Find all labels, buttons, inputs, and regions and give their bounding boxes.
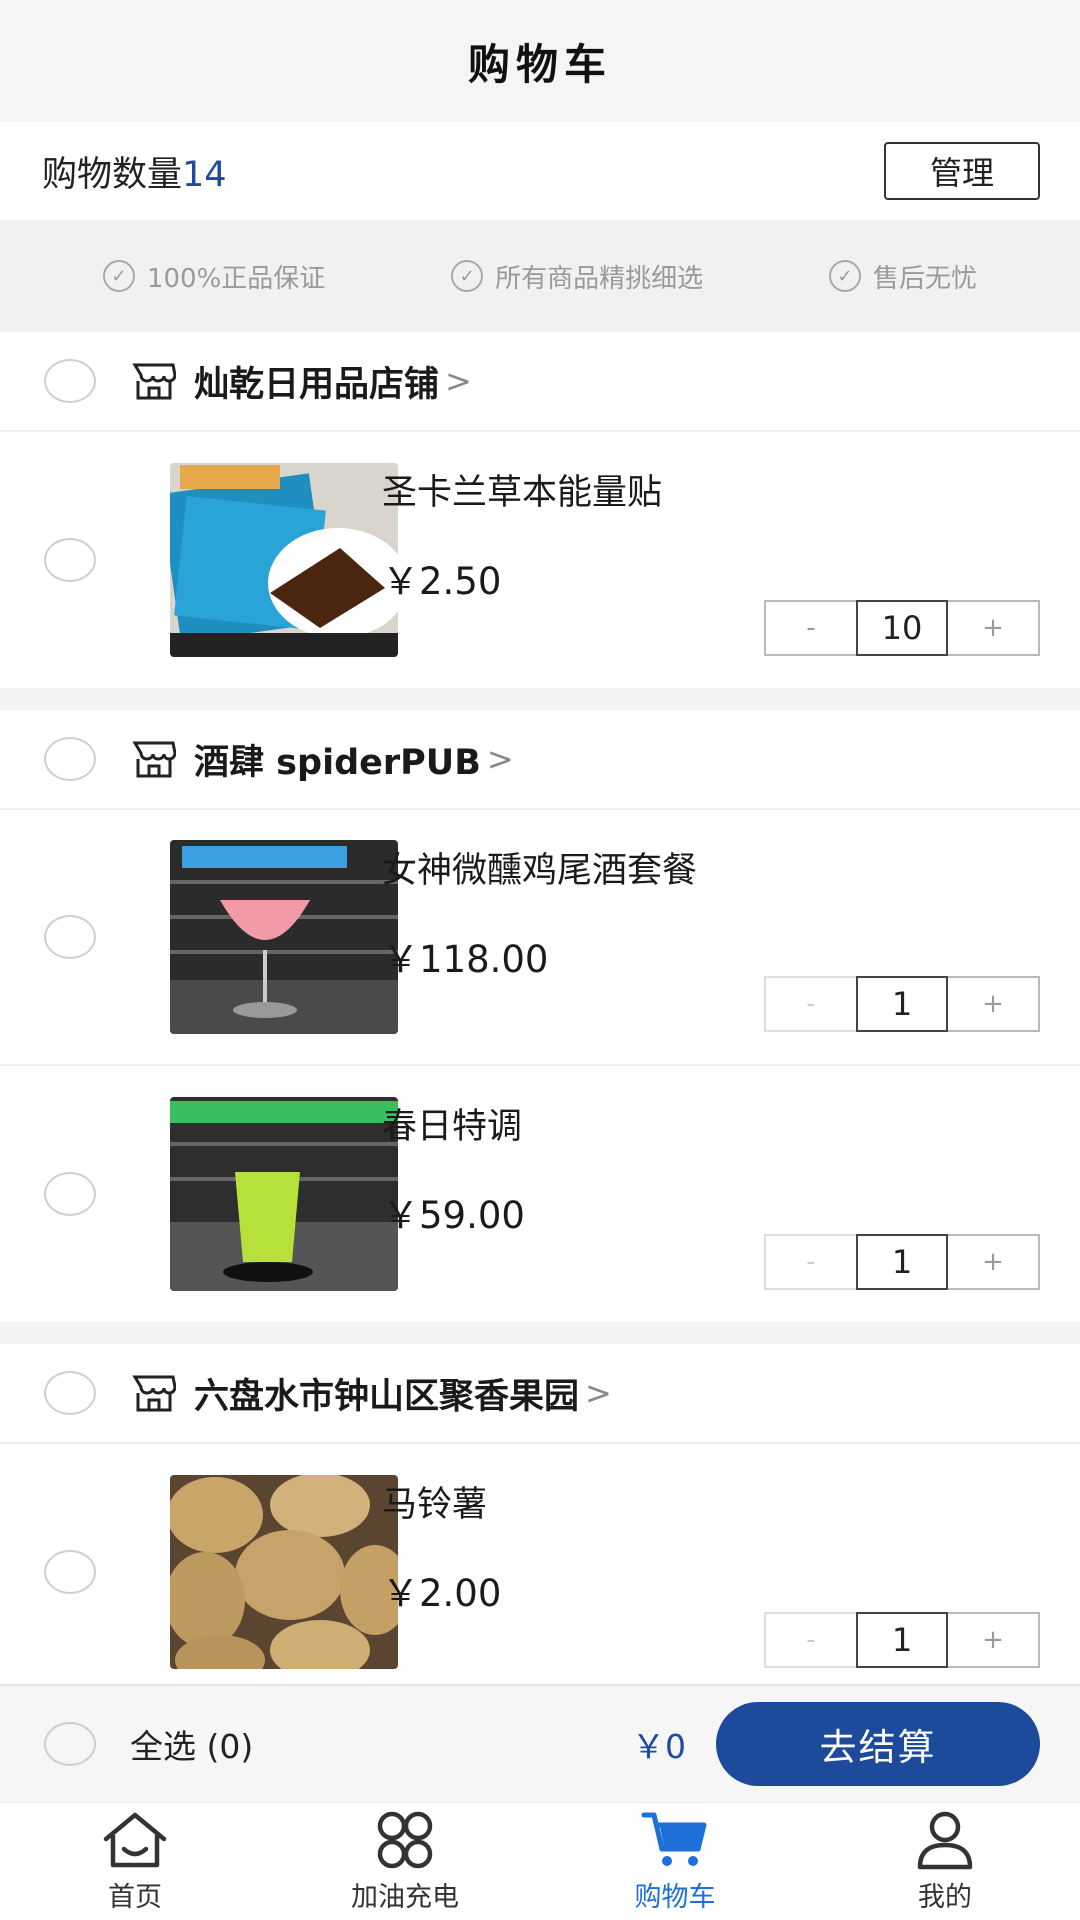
increase-button[interactable]: + — [948, 976, 1040, 1032]
item-price: ￥59.00 — [382, 1194, 525, 1237]
tab-label: 我的 — [918, 1882, 972, 1913]
shop-name[interactable]: 酒肆 spiderPUB — [194, 734, 481, 785]
quantity-value[interactable]: 10 — [856, 600, 948, 656]
cart-item: 春日特调 ￥59.00 - 1 + — [0, 1066, 1080, 1322]
bottom-tab-bar: 首页 加油充电 购物车 我的 — [0, 1802, 1080, 1920]
quantity-stepper: - 1 + — [764, 976, 1040, 1032]
cart-count: 购物数量14 — [42, 146, 227, 197]
item-price: ￥118.00 — [382, 938, 549, 981]
shop-group: 灿乾日用品店铺 > 圣卡兰草本能量贴 ￥2.50 - 10 + — [0, 332, 1080, 688]
item-select-radio[interactable] — [44, 915, 96, 959]
page-title: 购物车 — [467, 39, 612, 89]
item-name[interactable]: 马铃薯 — [382, 1476, 501, 1527]
cart-list[interactable]: 灿乾日用品店铺 > 圣卡兰草本能量贴 ￥2.50 - 10 + 酒肆 spide… — [0, 332, 1080, 1684]
shop-header[interactable]: 酒肆 spiderPUB > — [0, 710, 1080, 810]
tab-label: 购物车 — [634, 1882, 716, 1913]
store-icon — [132, 363, 176, 400]
manage-button[interactable]: 管理 — [884, 142, 1040, 200]
checkout-bar: 全选 (0) ￥0 去结算 — [0, 1684, 1080, 1802]
tab-recharge[interactable]: 加油充电 — [270, 1803, 540, 1920]
product-image[interactable] — [170, 463, 398, 657]
store-icon — [132, 1375, 176, 1412]
shop-header[interactable]: 六盘水市钟山区聚香果园 > — [0, 1344, 1080, 1444]
guarantee-text: 所有商品精挑细选 — [495, 263, 704, 294]
product-image[interactable] — [170, 840, 398, 1034]
guarantee-text: 售后无忧 — [873, 263, 978, 294]
item-name[interactable]: 女神微醺鸡尾酒套餐 — [382, 842, 697, 893]
product-image[interactable] — [170, 1475, 398, 1669]
quantity-stepper: - 10 + — [764, 600, 1040, 656]
increase-button[interactable]: + — [948, 1234, 1040, 1290]
shop-group: 酒肆 spiderPUB > 女神微醺鸡尾酒套餐 ￥118.00 - 1 + 春… — [0, 710, 1080, 1322]
tab-home[interactable]: 首页 — [0, 1803, 270, 1920]
product-image[interactable] — [170, 1097, 398, 1291]
item-select-radio[interactable] — [44, 1172, 96, 1216]
decrease-button[interactable]: - — [764, 1612, 856, 1668]
item-info: 圣卡兰草本能量贴 ￥2.50 — [382, 464, 662, 605]
item-price: ￥2.50 — [382, 560, 502, 603]
item-select-radio[interactable] — [44, 1550, 96, 1594]
check-circle-icon: ✓ — [829, 260, 862, 292]
store-icon — [132, 741, 176, 778]
tab-cart[interactable]: 购物车 — [540, 1803, 810, 1920]
tab-profile[interactable]: 我的 — [810, 1803, 1080, 1920]
quantity-value[interactable]: 1 — [856, 1612, 948, 1668]
cart-count-bar: 购物数量14 管理 — [0, 122, 1080, 220]
quantity-value[interactable]: 1 — [856, 976, 948, 1032]
item-info: 春日特调 ￥59.00 — [382, 1098, 525, 1239]
item-select-radio[interactable] — [44, 538, 96, 582]
shop-group: 六盘水市钟山区聚香果园 > 马铃薯 ￥2.00 - 1 + — [0, 1344, 1080, 1684]
cart-item: 圣卡兰草本能量贴 ￥2.50 - 10 + — [0, 432, 1080, 688]
check-circle-icon: ✓ — [451, 260, 484, 292]
guarantee-item: ✓ 100%正品保证 — [102, 258, 326, 295]
cart-item: 女神微醺鸡尾酒套餐 ￥118.00 - 1 + — [0, 810, 1080, 1066]
cart-count-value: 14 — [182, 154, 227, 195]
item-name[interactable]: 圣卡兰草本能量贴 — [382, 464, 662, 515]
apps-icon — [377, 1811, 433, 1869]
check-circle-icon: ✓ — [102, 260, 135, 292]
user-icon — [917, 1811, 973, 1870]
shop-name[interactable]: 六盘水市钟山区聚香果园 — [194, 1368, 579, 1419]
shop-header[interactable]: 灿乾日用品店铺 > — [0, 332, 1080, 432]
chevron-right-icon: > — [585, 1374, 612, 1412]
increase-button[interactable]: + — [948, 1612, 1040, 1668]
checkout-button[interactable]: 去结算 — [716, 1702, 1040, 1786]
tab-label: 首页 — [108, 1882, 162, 1913]
item-price: ￥2.00 — [382, 1572, 502, 1615]
shop-name[interactable]: 灿乾日用品店铺 — [194, 356, 439, 407]
guarantee-item: ✓ 所有商品精挑细选 — [451, 258, 703, 295]
guarantee-text: 100%正品保证 — [146, 263, 326, 294]
shop-select-radio[interactable] — [44, 737, 96, 781]
cart-item: 马铃薯 ￥2.00 - 1 + — [0, 1444, 1080, 1684]
shop-select-radio[interactable] — [44, 359, 96, 403]
quantity-stepper: - 1 + — [764, 1234, 1040, 1290]
decrease-button[interactable]: - — [764, 976, 856, 1032]
decrease-button[interactable]: - — [764, 600, 856, 656]
tab-label: 加油充电 — [351, 1882, 459, 1913]
item-name[interactable]: 春日特调 — [382, 1098, 525, 1149]
item-info: 马铃薯 ￥2.00 — [382, 1476, 501, 1617]
cart-icon — [641, 1812, 707, 1866]
shop-select-radio[interactable] — [44, 1371, 96, 1415]
cart-count-label: 购物数量 — [42, 154, 183, 195]
quantity-stepper: - 1 + — [764, 1612, 1040, 1668]
total-price: ￥0 — [632, 1727, 686, 1766]
guarantee-item: ✓ 售后无忧 — [829, 258, 977, 295]
select-all-radio[interactable] — [44, 1722, 96, 1766]
select-all-label[interactable]: 全选 (0) — [130, 1720, 253, 1768]
guarantee-bar: ✓ 100%正品保证 ✓ 所有商品精挑细选 ✓ 售后无忧 — [0, 220, 1080, 332]
page-header: 购物车 — [0, 0, 1080, 122]
home-icon — [103, 1812, 167, 1868]
decrease-button[interactable]: - — [764, 1234, 856, 1290]
quantity-value[interactable]: 1 — [856, 1234, 948, 1290]
increase-button[interactable]: + — [948, 600, 1040, 656]
chevron-right-icon: > — [445, 362, 472, 400]
chevron-right-icon: > — [486, 740, 514, 778]
item-info: 女神微醺鸡尾酒套餐 ￥118.00 — [382, 842, 697, 983]
